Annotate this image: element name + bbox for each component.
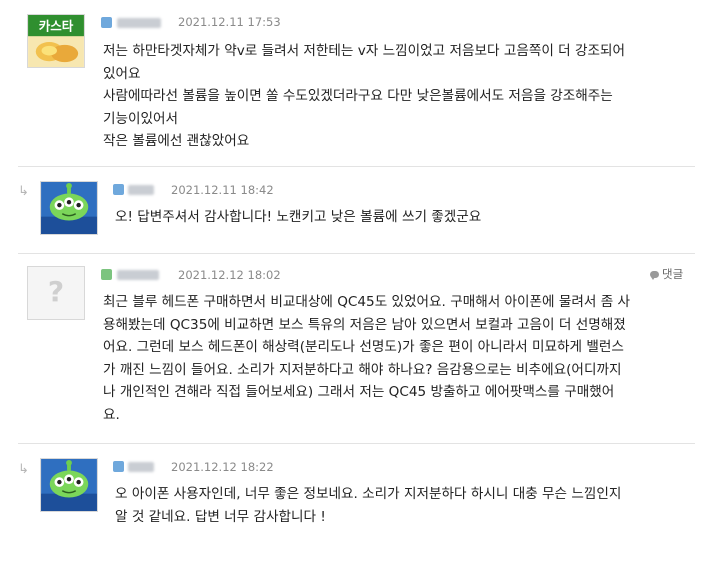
- comment-body: 오! 답변주셔서 감사합니다! 노캔키고 낮은 볼륨에 쓰기 좋겠군요: [115, 209, 482, 225]
- divider: [18, 443, 695, 444]
- nickname-blurred[interactable]: [117, 270, 159, 280]
- avatar[interactable]: [40, 181, 98, 235]
- divider: [18, 253, 695, 254]
- reply-button[interactable]: 댓글: [650, 266, 683, 282]
- reply-button-label: 댓글: [662, 267, 684, 281]
- comment-body: 오 아이폰 사용자인데, 너무 좋은 정보네요. 소리가 지저분하다 하시니 대…: [115, 486, 622, 525]
- nickname-blurred[interactable]: [128, 462, 154, 472]
- avatar[interactable]: 카스타: [27, 14, 85, 68]
- comment-timestamp: 2021.12.12 18:22: [171, 460, 274, 474]
- comment-timestamp: 2021.12.11 18:42: [171, 183, 274, 197]
- speech-bubble-icon: [650, 270, 659, 280]
- reply-arrow-icon: ↳: [18, 462, 29, 477]
- comment-timestamp: 2021.12.11 17:53: [178, 15, 281, 29]
- grade-icon: [113, 184, 124, 195]
- comment-body: 최근 블루 헤드폰 구매하면서 비교대상에 QC45도 있었어요. 구매해서 아…: [103, 294, 631, 423]
- comment-body: 저는 하만타겟자체가 약v로 들려서 저한테는 v자 느낌이었고 저음보다 고음…: [103, 43, 626, 150]
- alien-avatar-image: [41, 459, 97, 511]
- avatar[interactable]: [40, 458, 98, 512]
- reply-arrow-icon: ↳: [18, 184, 29, 199]
- avatar-label: 카스타: [39, 18, 74, 33]
- grade-icon: [113, 461, 124, 472]
- comment-timestamp: 2021.12.12 18:02: [178, 268, 281, 282]
- grade-icon: [101, 269, 112, 280]
- grade-icon: [101, 17, 112, 28]
- castard-avatar-image: 카스타: [28, 15, 84, 67]
- nickname-blurred[interactable]: [128, 185, 154, 195]
- alien-avatar-image: [41, 182, 97, 234]
- divider: [18, 166, 695, 167]
- default-avatar[interactable]: ?: [27, 266, 85, 320]
- question-mark-icon: ?: [47, 275, 65, 308]
- nickname-blurred[interactable]: [117, 18, 161, 28]
